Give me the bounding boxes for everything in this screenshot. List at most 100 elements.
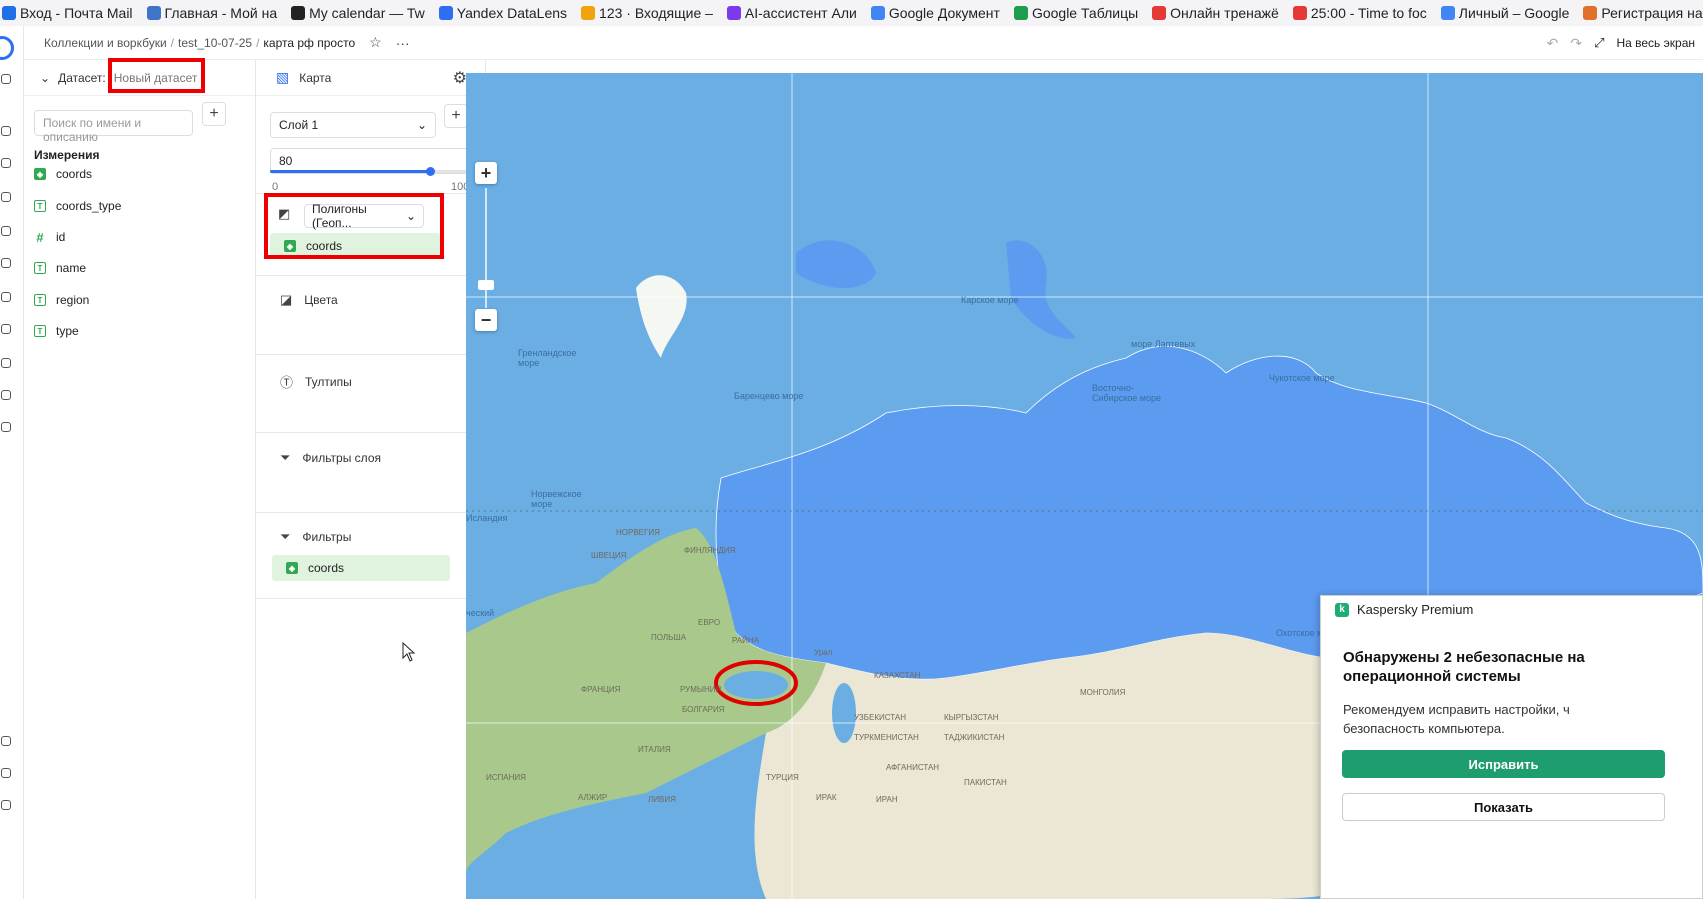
kaspersky-text: Рекомендуем исправить настройки, ч безоп… — [1343, 700, 1703, 738]
breadcrumb-workbook[interactable]: test_10-07-25 — [178, 36, 252, 50]
settings-sliders-icon[interactable] — [1, 422, 11, 432]
opacity-slider[interactable] — [270, 167, 470, 176]
visualization-type-selector[interactable]: ▧ Карта — [256, 60, 485, 96]
breadcrumb-chart: карта рф просто — [263, 35, 356, 50]
bookmarks-bar: Вход - Почта Mail Главная - Мой на My cale… — [0, 0, 1703, 26]
kaspersky-header: k Kaspersky Premium — [1335, 602, 1473, 617]
zoom-out-button[interactable]: − — [475, 309, 497, 331]
zoom-handle[interactable] — [478, 280, 494, 290]
bookmark-item[interactable]: Онлайн тренажё — [1152, 5, 1279, 21]
geo-field-icon: ◈ — [34, 168, 46, 180]
star-icon[interactable]: ☆ — [369, 34, 382, 51]
dataset-field-label: region — [56, 293, 90, 307]
kaspersky-show-button[interactable]: Показать — [1342, 793, 1665, 821]
dataset-field-coords[interactable]: ◈ coords — [34, 164, 92, 184]
datalens-logo-icon[interactable] — [0, 36, 14, 60]
bookmark-item[interactable]: My calendar — Tw — [291, 5, 425, 21]
breadcrumb-separator: / — [170, 35, 174, 50]
layer-filters-label: Фильтры слоя — [302, 451, 381, 465]
dataset-field-region[interactable]: Tregion — [34, 290, 89, 310]
filters-label: Фильтры — [302, 530, 352, 544]
divider — [256, 354, 486, 355]
dataset-field-name[interactable]: Tname — [34, 258, 86, 278]
gear-icon[interactable]: ⚙ — [453, 68, 467, 88]
bookmark-item[interactable]: 123 · Входящие – — [581, 5, 713, 21]
bookmark-item[interactable]: Google Документ — [870, 5, 1000, 21]
opacity-slider-handle[interactable] — [426, 167, 435, 176]
kaspersky-fix-button[interactable]: Исправить — [1342, 750, 1665, 778]
gear-icon[interactable] — [1, 800, 11, 810]
kaspersky-logo-icon: k — [1335, 602, 1349, 617]
colors-label: Цвета — [304, 293, 338, 307]
chevron-down-icon[interactable]: ⌄ — [40, 71, 50, 85]
bookmark-item[interactable]: Yandex DataLens — [438, 5, 567, 21]
add-layer-button[interactable]: + — [444, 104, 468, 128]
help-icon[interactable] — [1, 768, 11, 778]
layer-select[interactable]: Слой 1 ⌄ — [270, 112, 436, 138]
connection-icon[interactable] — [1, 258, 11, 268]
bookmark-label: My calendar — Tw — [309, 5, 425, 21]
tooltips-section[interactable]: Ⓣ Тултипы — [280, 372, 352, 391]
bookmark-label: Вход - Почта Mail — [20, 5, 133, 21]
more-icon[interactable]: ··· — [396, 35, 410, 51]
header-actions: ↶ ↷ ⤢ На весь экран — [1547, 26, 1695, 60]
zoom-track[interactable] — [485, 188, 487, 308]
redo-icon[interactable]: ↷ — [1570, 35, 1582, 52]
text-icon: Ⓣ — [280, 375, 294, 390]
chat-icon[interactable] — [1, 158, 11, 168]
tag-icon[interactable] — [1, 226, 11, 236]
dataset-field-type[interactable]: Ttype — [34, 321, 79, 341]
grid-icon[interactable] — [1, 74, 11, 84]
dimensions-title: Измерения — [34, 148, 100, 162]
bookmark-item[interactable]: Личный – Google — [1440, 5, 1569, 21]
bookmark-favicon-icon — [726, 6, 741, 20]
bookmark-favicon-icon — [1152, 6, 1167, 20]
field-search-input[interactable]: Поиск по имени и описанию — [34, 110, 193, 144]
fullscreen-icon[interactable]: ⤢ — [1594, 35, 1604, 51]
add-field-button[interactable]: + — [202, 102, 226, 126]
bookmark-favicon-icon — [146, 6, 161, 20]
bookmark-label: Регистрация на с — [1601, 5, 1703, 21]
chevron-down-icon: ⌄ — [416, 118, 427, 132]
kaspersky-title-line1: Обнаружены 2 небезопасные на — [1343, 649, 1585, 666]
dataset-field-label: id — [56, 230, 66, 244]
filter-field-chip[interactable]: ◈ coords — [272, 555, 450, 581]
collections-icon[interactable] — [1, 126, 11, 136]
zoom-in-button[interactable]: + — [475, 162, 497, 184]
breadcrumb-separator: / — [256, 35, 260, 50]
layer-filters-section[interactable]: ⏷ Фильтры слоя — [280, 450, 381, 466]
dataset-icon[interactable] — [1, 292, 11, 302]
bookmark-item[interactable]: Регистрация на с — [1583, 5, 1703, 21]
report-icon[interactable] — [1, 390, 11, 400]
chart-icon[interactable] — [1, 324, 11, 334]
dataset-field-label: coords — [56, 167, 93, 181]
bookmark-label: Главная - Мой на — [164, 5, 278, 21]
bookmark-item[interactable]: Google Таблицы — [1013, 5, 1138, 21]
bookmark-item[interactable]: AI-ассистент Али — [726, 5, 857, 21]
bookmark-item[interactable]: 25:00 - Time to foc — [1292, 5, 1427, 21]
breadcrumb-collections[interactable]: Коллекции и воркбуки — [44, 36, 167, 50]
geo-field-icon: ◈ — [286, 562, 298, 574]
kaspersky-text-line1: Рекомендуем исправить настройки, ч — [1343, 702, 1570, 717]
dashboard-icon[interactable] — [1, 358, 11, 368]
fullscreen-button[interactable]: На весь экран — [1616, 36, 1695, 50]
divider — [256, 512, 486, 513]
star-icon[interactable] — [1, 192, 11, 202]
filter-icon: ⏷ — [280, 529, 291, 544]
dataset-field-coords-type[interactable]: Tcoords_type — [34, 196, 121, 216]
kaspersky-title-line2: операционной системы — [1343, 668, 1521, 685]
dataset-field-label: coords_type — [56, 199, 122, 213]
bookmark-item[interactable]: Главная - Мой на — [146, 5, 278, 21]
bookmark-label: 123 · Входящие – — [599, 5, 713, 21]
text-field-icon: T — [34, 325, 46, 337]
bell-icon[interactable] — [1, 736, 11, 746]
kaspersky-product: Kaspersky Premium — [1357, 602, 1474, 617]
left-icon-rail — [0, 26, 24, 899]
divider — [256, 432, 486, 433]
filters-section[interactable]: ⏷ Фильтры — [280, 529, 351, 545]
undo-icon[interactable]: ↶ — [1547, 35, 1559, 52]
bookmark-item[interactable]: Вход - Почта Mail — [2, 5, 133, 21]
colors-section[interactable]: ◪ Цвета — [280, 292, 338, 308]
bookmark-favicon-icon — [1013, 6, 1028, 20]
dataset-field-id[interactable]: # id — [34, 227, 65, 247]
